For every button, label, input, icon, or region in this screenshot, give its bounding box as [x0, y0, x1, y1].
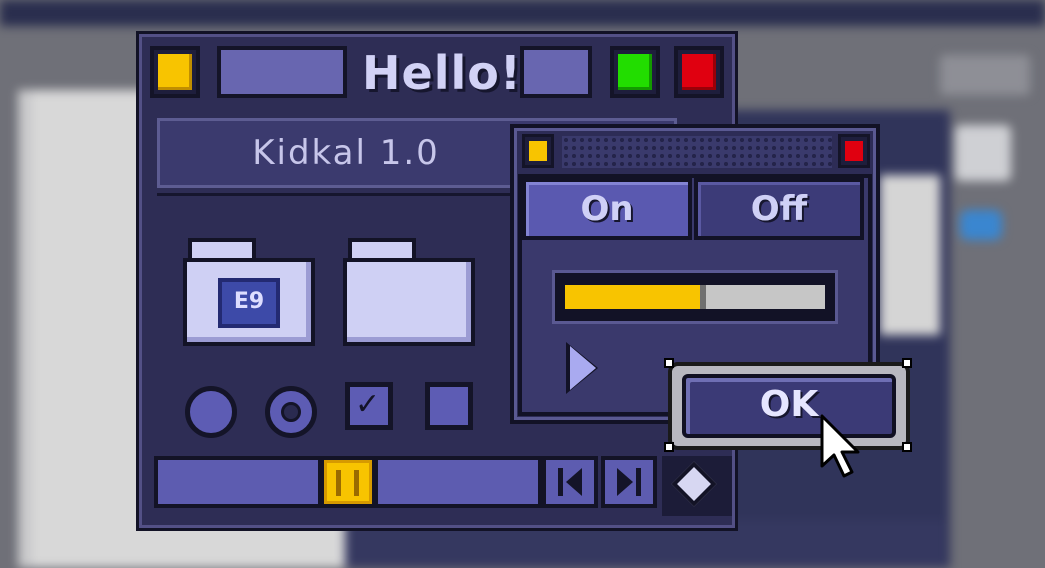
title-drag-bar-left[interactable] — [217, 46, 347, 98]
scroll-right-button[interactable] — [601, 456, 657, 508]
tab-on[interactable]: On — [522, 178, 692, 240]
scroll-left-button[interactable] — [542, 456, 598, 508]
checkbox-unchecked[interactable] — [425, 382, 473, 430]
close-button[interactable] — [674, 46, 724, 98]
close-red-icon — [682, 54, 716, 90]
header-title: Kidkal 1.0 — [252, 133, 440, 173]
maximize-button[interactable] — [610, 46, 660, 98]
checkbox-checked[interactable]: ✓ — [345, 382, 393, 430]
triangle-left-icon — [558, 468, 582, 496]
scrollbar-thumb[interactable] — [320, 456, 376, 508]
scrollbar-track-right[interactable] — [374, 456, 542, 508]
progress-track — [565, 285, 825, 309]
window-title: Hello! — [362, 46, 522, 100]
maximize-green-icon — [618, 54, 652, 90]
selection-handle-icon — [902, 442, 912, 452]
dialog-close-button[interactable] — [838, 134, 870, 168]
progress-fill — [565, 285, 706, 309]
background-app-icon — [955, 125, 1011, 181]
play-icon[interactable] — [570, 346, 596, 390]
folder-2-tab — [348, 238, 416, 260]
radio-button-selected[interactable] — [265, 386, 317, 438]
folder-2-body — [343, 258, 475, 346]
thumb-grip-icon — [336, 470, 341, 496]
dialog-close-red-icon — [845, 141, 863, 161]
background-chat-icon — [960, 210, 1002, 240]
folder-1-tab — [188, 238, 256, 260]
scrollbar-track-left[interactable] — [154, 456, 322, 508]
background-logo — [940, 55, 1030, 95]
minimize-yellow-icon — [158, 54, 192, 90]
title-drag-bar-right[interactable] — [520, 46, 592, 98]
progress-bar — [552, 270, 838, 324]
dialog-title-grip[interactable] — [562, 136, 832, 168]
dialog-minimize-yellow-icon — [529, 141, 547, 161]
dialog-minimize-button[interactable] — [522, 134, 554, 168]
selection-handle-icon — [664, 442, 674, 452]
selection-handle-icon — [902, 358, 912, 368]
checkmark-icon: ✓ — [355, 387, 381, 422]
folder-1-badge: E9 — [218, 278, 280, 328]
selection-handle-icon — [664, 358, 674, 368]
thumb-grip-icon — [354, 470, 359, 496]
background-menubar — [0, 0, 1045, 26]
minimize-button[interactable] — [150, 46, 200, 98]
triangle-right-icon — [617, 468, 641, 496]
mouse-cursor-icon — [820, 414, 860, 478]
radio-button-filled[interactable] — [185, 386, 237, 438]
radio-dot-icon — [281, 402, 301, 422]
background-sheet — [880, 175, 940, 335]
tab-off[interactable]: Off — [694, 178, 864, 240]
